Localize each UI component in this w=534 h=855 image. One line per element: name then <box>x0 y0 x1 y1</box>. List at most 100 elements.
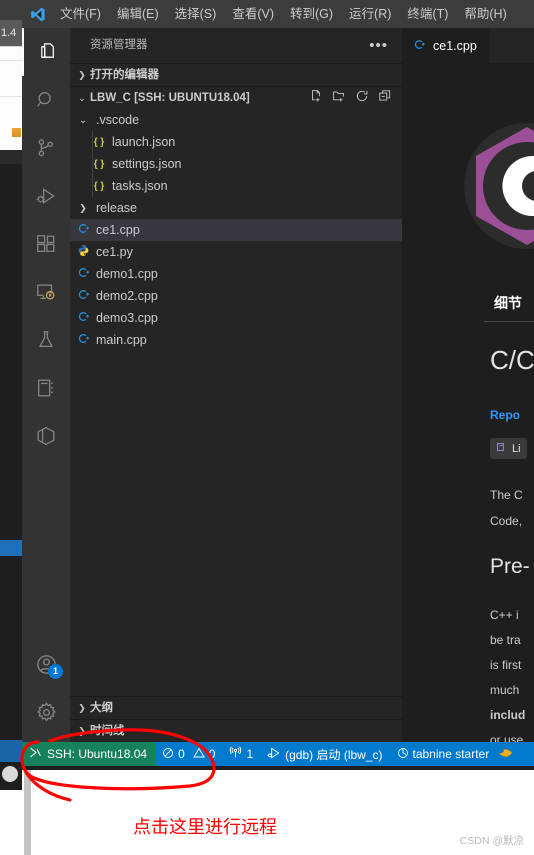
activity-run-debug[interactable] <box>22 172 70 220</box>
tree-item-tasks-json[interactable]: { } tasks.json <box>70 175 402 197</box>
tree-item-label: demo3.cpp <box>96 311 158 325</box>
background-window-orange-mark <box>12 128 21 137</box>
background-window-titlebar <box>0 0 22 20</box>
watermark: CSDN @默凉 <box>459 835 524 847</box>
activity-explorer[interactable] <box>22 28 72 76</box>
extension-repo-link[interactable]: Repo <box>490 408 520 422</box>
menu-terminal[interactable]: 终端(T) <box>399 0 456 28</box>
run-and-debug-icon <box>35 185 58 208</box>
chevron-down-icon: ⌄ <box>78 92 86 103</box>
collapse-all-button[interactable] <box>378 89 392 108</box>
annotation-callout-text: 点击这里进行远程 <box>133 817 277 837</box>
activity-search[interactable] <box>22 76 70 124</box>
status-debug-launch[interactable]: (gdb) 启动 (lbw_c) <box>260 742 389 766</box>
tree-item-label: ce1.cpp <box>96 223 140 237</box>
tree-indent-guide <box>92 131 93 197</box>
tree-item-label: .vscode <box>96 113 140 127</box>
background-window-blue-band <box>0 540 22 556</box>
section-outline[interactable]: ❯ 大纲 <box>70 696 402 719</box>
radio-tower-icon <box>229 746 242 762</box>
tree-item-demo3-cpp[interactable]: demo3.cpp <box>70 307 402 329</box>
activity-bar: 1 <box>22 28 70 742</box>
menu-help[interactable]: 帮助(H) <box>456 0 514 28</box>
status-tabnine[interactable]: tabnine starter <box>390 742 521 766</box>
extension-body-line-5: includ <box>490 708 526 722</box>
activity-testing[interactable] <box>22 316 70 364</box>
tree-item-settings-json[interactable]: { } settings.json <box>70 153 402 175</box>
background-window-divider-1 <box>0 60 22 61</box>
extension-details-page: 细节 C/C Repo Li The C Code, Pre- C++ i be… <box>402 63 534 742</box>
vscode-window: 文件(F) 编辑(E) 选择(S) 查看(V) 转到(G) 运行(R) 终端(T… <box>22 0 534 770</box>
sidebar-title: 资源管理器 <box>90 39 148 51</box>
tab-ce1-cpp[interactable]: ce1.cpp <box>402 28 490 63</box>
notebook-icon <box>35 377 57 399</box>
explorer-sidebar: 资源管理器 ••• ❯ 打开的编辑器 ⌄ LBW_C [SSH: UBUNTU1… <box>70 28 402 742</box>
extension-subheading: Pre- <box>490 555 530 578</box>
ssh-remote-indicator[interactable]: SSH: Ubuntu18.04 <box>22 742 156 766</box>
tree-item-main-cpp[interactable]: main.cpp <box>70 329 402 351</box>
activity-package[interactable] <box>22 412 70 460</box>
menu-view[interactable]: 查看(V) <box>224 0 282 28</box>
error-circle-icon <box>162 747 174 762</box>
status-tabnine-label: tabnine starter <box>412 747 490 761</box>
menu-selection[interactable]: 选择(S) <box>167 0 225 28</box>
ellipsis-icon[interactable]: ••• <box>369 38 402 53</box>
tree-item-label: launch.json <box>112 135 176 149</box>
menu-file[interactable]: 文件(F) <box>52 0 109 28</box>
page-scrollbar[interactable] <box>24 770 31 855</box>
section-timeline[interactable]: ❯ 时间线 <box>70 719 402 742</box>
testing-flask-icon <box>35 329 57 351</box>
menu-edit[interactable]: 编辑(E) <box>109 0 167 28</box>
activity-settings[interactable] <box>22 688 70 736</box>
section-timeline-label: 时间线 <box>90 725 125 737</box>
tree-item-label: ce1.py <box>96 245 133 259</box>
tree-item-label: demo2.cpp <box>96 289 158 303</box>
license-icon <box>496 441 508 456</box>
tree-item-demo1-cpp[interactable]: demo1.cpp <box>70 263 402 285</box>
tree-item-label: demo1.cpp <box>96 267 158 281</box>
status-ports-count: 1 <box>246 747 254 761</box>
chevron-down-icon: ⌄ <box>79 114 87 125</box>
activity-account[interactable]: 1 <box>22 640 70 688</box>
cpp-file-icon <box>74 288 92 304</box>
status-errors-warnings[interactable]: 0 0 <box>155 742 222 766</box>
tab-label: ce1.cpp <box>433 38 477 53</box>
tree-item-release[interactable]: ❯ release <box>70 197 402 219</box>
section-open-editors[interactable]: ❯ 打开的编辑器 <box>70 63 402 86</box>
tree-item-ce1-cpp[interactable]: ce1.cpp <box>70 219 402 241</box>
new-folder-button[interactable] <box>332 89 346 108</box>
chevron-right-icon: ❯ <box>78 70 86 80</box>
vscode-logo-icon <box>22 0 52 28</box>
tree-item-launch-json[interactable]: { } launch.json <box>70 131 402 153</box>
extensions-blocks-icon <box>35 233 57 255</box>
new-file-button[interactable] <box>309 89 323 108</box>
extension-details-tab[interactable]: 细节 <box>494 293 522 313</box>
background-window-circle <box>2 766 18 782</box>
workspace-root-header[interactable]: ⌄ LBW_C [SSH: UBUNTU18.04] <box>70 86 402 109</box>
menu-run[interactable]: 运行(R) <box>341 0 399 28</box>
extension-heading: C/C <box>490 345 534 375</box>
remote-ssh-icon <box>29 746 42 762</box>
extension-body-line-6: or use <box>490 733 524 742</box>
refresh-icon[interactable] <box>355 89 369 108</box>
status-ports[interactable]: 1 <box>222 742 260 766</box>
activity-extensions[interactable] <box>22 220 70 268</box>
tree-item--vscode[interactable]: ⌄ .vscode <box>70 109 402 131</box>
extension-body-line-1: C++ i <box>490 608 519 622</box>
tree-item-demo2-cpp[interactable]: demo2.cpp <box>70 285 402 307</box>
tree-item-ce1-py[interactable]: ce1.py <box>70 241 402 263</box>
menu-go[interactable]: 转到(G) <box>282 0 341 28</box>
extension-paragraph-line-2: Code, <box>490 514 523 528</box>
extension-body-line-2: be tra <box>490 633 521 647</box>
extension-paragraph-line-1: The C <box>490 488 523 502</box>
extension-license-badge[interactable]: Li <box>490 438 527 459</box>
activity-remote-explorer[interactable] <box>22 268 70 316</box>
background-window-divider-2 <box>0 96 22 97</box>
background-window-dark-area <box>0 164 22 564</box>
activity-source-control[interactable] <box>22 124 70 172</box>
file-tree: ⌄ .vscode { } launch.json{ } settings.json{ … <box>70 109 402 351</box>
titlebar: 文件(F) 编辑(E) 选择(S) 查看(V) 转到(G) 运行(R) 终端(T… <box>22 0 534 28</box>
section-outline-label: 大纲 <box>90 702 113 714</box>
files-explorer-icon <box>37 41 60 64</box>
activity-notebook[interactable] <box>22 364 70 412</box>
